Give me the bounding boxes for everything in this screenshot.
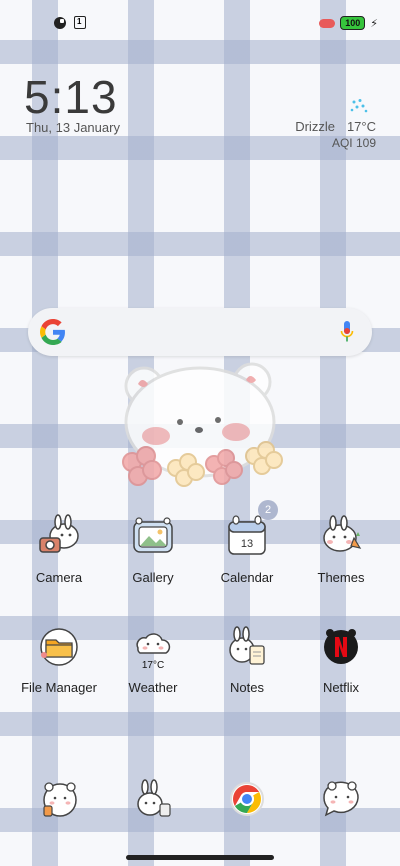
bear-sticker-decoration	[122, 362, 283, 487]
sim-icon: 1	[74, 16, 86, 29]
status-bar: 1 100 ⚡	[0, 0, 400, 44]
app-label: Netflix	[322, 680, 360, 695]
drizzle-icon[interactable]	[348, 98, 372, 116]
bunny-contacts-icon	[130, 776, 176, 822]
app-label: Themes	[317, 570, 365, 585]
status-left: 1	[54, 16, 86, 29]
microphone-icon[interactable]	[340, 320, 354, 344]
bear-phone-icon	[36, 776, 82, 822]
clock-date[interactable]: Thu, 13 January	[26, 120, 120, 135]
gallery-icon	[130, 514, 176, 560]
camera-icon	[36, 514, 82, 560]
google-logo-icon	[40, 319, 65, 345]
calendar-day-number: 13	[241, 538, 253, 550]
chrome-icon	[224, 776, 270, 822]
charging-icon: ⚡	[370, 17, 378, 30]
app-label: Notes	[230, 680, 264, 695]
status-right: 100 ⚡	[319, 16, 378, 30]
google-search-bar[interactable]	[28, 308, 372, 356]
dock-app-messages[interactable]	[296, 776, 386, 822]
netflix-icon	[318, 624, 364, 670]
app-netflix[interactable]: Netflix	[296, 624, 386, 695]
weather-temperature: 17°C	[346, 119, 376, 134]
app-label: Weather	[128, 680, 178, 695]
app-notification-icon	[54, 16, 66, 29]
clock-time[interactable]: 5:13	[24, 70, 118, 124]
app-label: Gallery	[132, 570, 174, 585]
app-camera[interactable]: Camera	[14, 514, 104, 585]
app-weather[interactable]: 17°C Weather	[108, 624, 198, 695]
app-label: File Manager	[21, 680, 97, 695]
app-file-manager[interactable]: File Manager	[14, 624, 104, 695]
weather-icon-temperature: 17°C	[142, 660, 164, 670]
themes-icon	[318, 514, 364, 560]
app-gallery[interactable]: Gallery	[108, 514, 198, 585]
weather-summary[interactable]: Drizzle 17°C	[295, 119, 376, 134]
bear-messages-icon	[318, 776, 364, 822]
weather-condition: Drizzle	[295, 119, 335, 134]
weather-cloud-icon: 17°C	[130, 624, 176, 671]
app-label: Camera	[35, 570, 83, 585]
dock-app-contacts[interactable]	[108, 776, 198, 822]
calendar-icon: 13 2	[224, 500, 278, 560]
notes-icon	[224, 624, 270, 670]
recording-icon	[319, 18, 336, 28]
app-calendar[interactable]: 13 2 Calendar	[202, 500, 292, 585]
app-themes[interactable]: Themes	[296, 514, 386, 585]
app-label: Calendar	[220, 570, 274, 585]
notification-badge: 2	[258, 500, 278, 520]
dock-app-phone[interactable]	[14, 776, 104, 822]
battery-indicator: 100	[340, 16, 366, 30]
dock-app-chrome[interactable]	[202, 776, 292, 822]
app-notes[interactable]: Notes	[202, 624, 292, 695]
gesture-navigation-bar[interactable]	[126, 855, 274, 860]
folder-icon	[36, 624, 82, 670]
weather-aqi[interactable]: AQI 109	[332, 136, 376, 150]
